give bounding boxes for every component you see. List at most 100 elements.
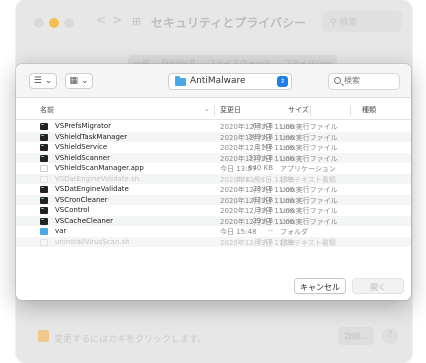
file-size: 28 KB	[252, 185, 273, 193]
zoom-window-button[interactable]	[64, 18, 74, 28]
file-size: 1 MB	[255, 143, 273, 151]
file-row[interactable]: VShieldTaskManager 2020年12月1日 11:06 389 KB…	[16, 131, 411, 142]
file-size: 3 KB	[256, 206, 273, 214]
column-header-name[interactable]: 名前	[40, 105, 54, 115]
file-size: --	[267, 227, 273, 235]
file-kind: Unix実行ファイル	[280, 207, 338, 215]
file-name: VSPrefsMigrator	[55, 122, 111, 130]
file-kind: Unix実行ファイル	[280, 217, 338, 226]
column-headers: 名前 ⌄ 変更日 サイズ 種類	[16, 98, 411, 120]
file-kind: Unix実行ファイル	[280, 186, 338, 194]
file-name: VSCacheCleaner	[55, 216, 114, 225]
search-icon	[334, 77, 341, 84]
file-list: VSPrefsMigrator 2020年12月1日 11:06 68 KB Unix…	[16, 121, 411, 247]
close-window-button[interactable]	[34, 18, 44, 28]
column-divider[interactable]	[310, 105, 311, 116]
file-size: 389 KB	[248, 132, 273, 141]
unix-executable-icon	[40, 217, 48, 225]
unix-executable-icon	[40, 123, 48, 130]
file-name: VShieldTaskManager	[55, 132, 128, 141]
file-row[interactable]: VSDatEngineValidate 2020年12月1日 11:06 28 KB…	[16, 184, 411, 195]
help-button[interactable]: ?	[382, 328, 398, 344]
location-popup[interactable]: AntiMalware ⇕	[168, 73, 292, 90]
file-row[interactable]: VSControl 2020年12月1日 11:06 3 KB Unix実行ファイル	[16, 205, 411, 216]
file-row[interactable]: VShieldScanner 2020年12月1日 11:06 310 KB Unix…	[16, 152, 411, 163]
file-kind: フォルダ	[280, 228, 308, 236]
file-size: 840 KB	[248, 164, 273, 172]
file-row[interactable]: var 今日 15:48 -- フォルダ	[16, 226, 411, 237]
file-kind: Unix実行ファイル	[280, 144, 338, 152]
column-header-kind[interactable]: 種類	[362, 105, 376, 115]
show-all-grid-icon[interactable]: ⊞	[132, 15, 141, 28]
unix-executable-icon	[40, 144, 48, 151]
file-size: 82 KB	[252, 195, 273, 204]
preferences-search-field[interactable]: ⚲ 検索	[322, 11, 402, 32]
file-row[interactable]: VShieldService 2020年12月1日 11:06 1 MB Unix実行…	[16, 142, 411, 153]
file-size: 6 KB	[256, 237, 273, 246]
cancel-button[interactable]: キャンセル	[294, 278, 346, 294]
window-title: セキュリティとプライバシー	[151, 16, 307, 30]
text-document-icon	[40, 238, 48, 246]
file-name: VSCronCleaner	[55, 195, 108, 204]
file-name: VShieldScanner	[55, 153, 110, 162]
file-row[interactable]: VSPrefsMigrator 2020年12月1日 11:06 68 KB Unix…	[16, 121, 411, 132]
panel-search-input[interactable]	[344, 76, 399, 85]
text-document-icon	[40, 175, 48, 183]
file-kind: アプリケーション	[280, 165, 336, 173]
file-kind: Unix実行ファイル	[280, 196, 338, 205]
column-header-size[interactable]: サイズ	[288, 105, 309, 115]
file-row: uninstallVirusScan.sh 2020年12月1日 11:06 6 K…	[16, 236, 411, 247]
advanced-button[interactable]: 詳細...	[338, 327, 374, 345]
list-view-icon: ☰	[33, 76, 42, 86]
file-row[interactable]: VSCronCleaner 2020年12月1日 11:06 82 KB Unix実行…	[16, 194, 411, 205]
panel-search-field[interactable]	[328, 73, 400, 90]
location-label: AntiMalware	[190, 76, 246, 86]
file-row[interactable]: VSCacheCleaner 2020年12月1日 11:06 29 KB Unix実…	[16, 215, 411, 226]
minimize-window-button[interactable]	[49, 18, 59, 28]
folder-icon	[175, 76, 186, 86]
unix-executable-icon	[40, 207, 48, 214]
lock-hint-text: 変更するにはカギをクリックします。	[54, 335, 207, 345]
popup-stepper-icon: ⇕	[277, 76, 288, 87]
file-size: 29 KB	[252, 216, 273, 225]
file-name: VShieldScanManager.app	[55, 164, 144, 172]
application-icon	[40, 165, 48, 172]
panel-toolbar: ☰ ⌄ ▦ ⌄ AntiMalware ⇕	[16, 64, 411, 98]
file-kind: Unix実行ファイル	[280, 133, 338, 142]
panel-footer: キャンセル 開く	[16, 274, 411, 300]
open-file-panel: ☰ ⌄ ▦ ⌄ AntiMalware ⇕ 名前 ⌄ 変更日 サイズ 種類 VS…	[16, 64, 411, 300]
file-kind: Unix実行ファイル	[280, 154, 338, 163]
unix-executable-icon	[40, 133, 48, 141]
file-name: VShieldService	[55, 143, 108, 151]
unix-executable-icon	[40, 196, 48, 204]
file-kind: 標準テキスト書類	[280, 238, 336, 247]
column-header-date[interactable]: 変更日	[220, 105, 241, 115]
file-name: VSControl	[55, 206, 90, 214]
preferences-search-placeholder: 検索	[339, 18, 358, 28]
file-kind: 標準テキスト書類	[280, 175, 336, 184]
file-name: VSDatEngineValidate.sh	[55, 174, 140, 183]
list-view-button[interactable]: ☰ ⌄	[29, 73, 57, 89]
column-divider[interactable]	[350, 105, 351, 116]
group-view-button[interactable]: ▦ ⌄	[65, 73, 93, 89]
file-date: 今日 15:48	[220, 228, 257, 236]
unix-executable-icon	[40, 186, 48, 193]
file-size: 578 バイト	[236, 175, 273, 184]
lock-icon[interactable]	[38, 330, 49, 342]
column-divider[interactable]	[214, 105, 215, 116]
back-button[interactable]: <	[96, 13, 106, 27]
chevron-down-icon: ⌄	[80, 76, 89, 86]
folder-icon	[40, 228, 48, 235]
preferences-bottom-bar: 変更するにはカギをクリックします。 詳細... ?	[16, 300, 412, 363]
chevron-down-icon: ⌄	[44, 76, 53, 86]
sort-chevron-icon: ⌄	[204, 105, 210, 113]
file-row[interactable]: VShieldScanManager.app 今日 13:57 840 KB アプリケ…	[16, 163, 411, 174]
grid-view-icon: ▦	[69, 76, 78, 86]
file-size: 310 KB	[248, 153, 273, 162]
unix-executable-icon	[40, 154, 48, 162]
file-name: var	[55, 227, 67, 235]
file-row: VSDatEngineValidate.sh 2020年12月1日 11:06 57…	[16, 173, 411, 184]
window-titlebar: < > ⊞ セキュリティとプライバシー ⚲ 検索	[16, 0, 412, 44]
forward-button[interactable]: >	[112, 13, 122, 27]
open-button[interactable]: 開く	[352, 278, 404, 294]
